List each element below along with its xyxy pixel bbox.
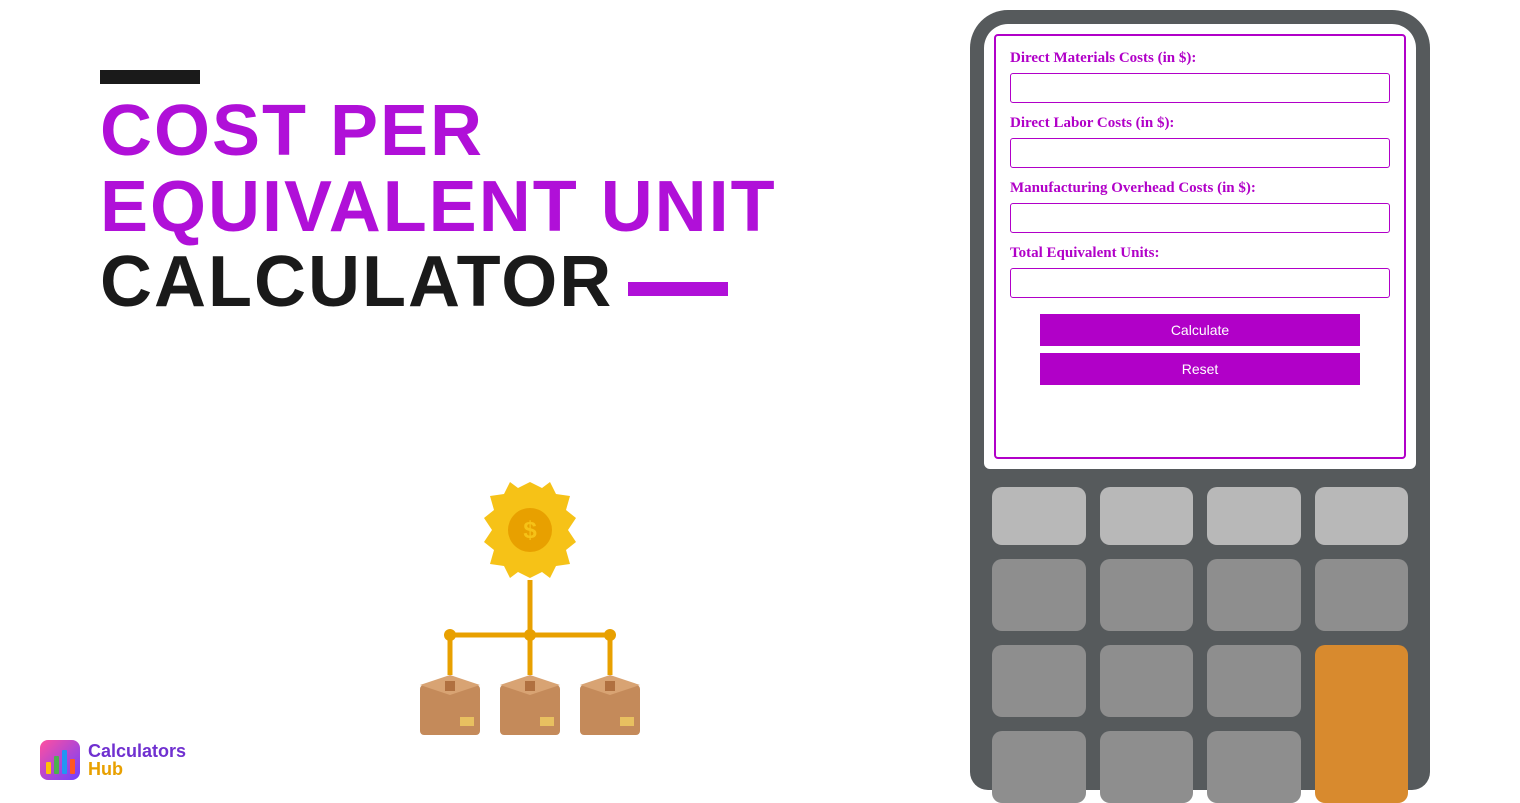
labor-input[interactable] (1010, 138, 1390, 168)
units-input[interactable] (1010, 268, 1390, 298)
calculator-screen: Direct Materials Costs (in $): Direct La… (984, 24, 1416, 469)
svg-text:$: $ (523, 517, 537, 544)
key-r2c3[interactable] (1207, 559, 1301, 631)
key-r4c1[interactable] (992, 731, 1086, 803)
key-r2c1[interactable] (992, 559, 1086, 631)
logo-icon (40, 740, 80, 780)
key-equals[interactable] (1315, 645, 1409, 803)
key-r3c3[interactable] (1207, 645, 1301, 717)
logo-word-2: Hub (88, 760, 186, 778)
calculate-button[interactable]: Calculate (1040, 314, 1360, 346)
logo-word-1: Calculators (88, 742, 186, 760)
labor-label: Direct Labor Costs (in $): (1010, 115, 1390, 132)
decoration-bar-bottom (628, 282, 728, 296)
key-r4c3[interactable] (1207, 731, 1301, 803)
title-line-1b: Equivalent Unit (100, 170, 777, 246)
key-r1c3[interactable] (1207, 487, 1301, 545)
overhead-label: Manufacturing Overhead Costs (in $): (1010, 180, 1390, 197)
units-label: Total Equivalent Units: (1010, 245, 1390, 262)
key-r1c1[interactable] (992, 487, 1086, 545)
key-r3c1[interactable] (992, 645, 1086, 717)
materials-label: Direct Materials Costs (in $): (1010, 50, 1390, 67)
calculator-keypad (984, 487, 1416, 803)
key-r2c2[interactable] (1100, 559, 1194, 631)
calculator-form: Direct Materials Costs (in $): Direct La… (994, 34, 1406, 459)
key-r2c4[interactable] (1315, 559, 1409, 631)
logo-text: Calculators Hub (88, 742, 186, 778)
materials-input[interactable] (1010, 73, 1390, 103)
decoration-bar-top (100, 70, 200, 84)
key-r1c4[interactable] (1315, 487, 1409, 545)
overhead-input[interactable] (1010, 203, 1390, 233)
reset-button[interactable]: Reset (1040, 353, 1360, 385)
hero-title: Cost Per Equivalent Unit Calculator (100, 70, 777, 321)
title-line-2: Calculator (100, 242, 613, 322)
calculator-device: Direct Materials Costs (in $): Direct La… (970, 10, 1430, 790)
cost-flow-illustration: $ (400, 470, 660, 770)
brand-logo: Calculators Hub (40, 740, 186, 780)
title-line-1a: Cost Per (100, 94, 777, 170)
key-r3c2[interactable] (1100, 645, 1194, 717)
key-r4c2[interactable] (1100, 731, 1194, 803)
key-r1c2[interactable] (1100, 487, 1194, 545)
